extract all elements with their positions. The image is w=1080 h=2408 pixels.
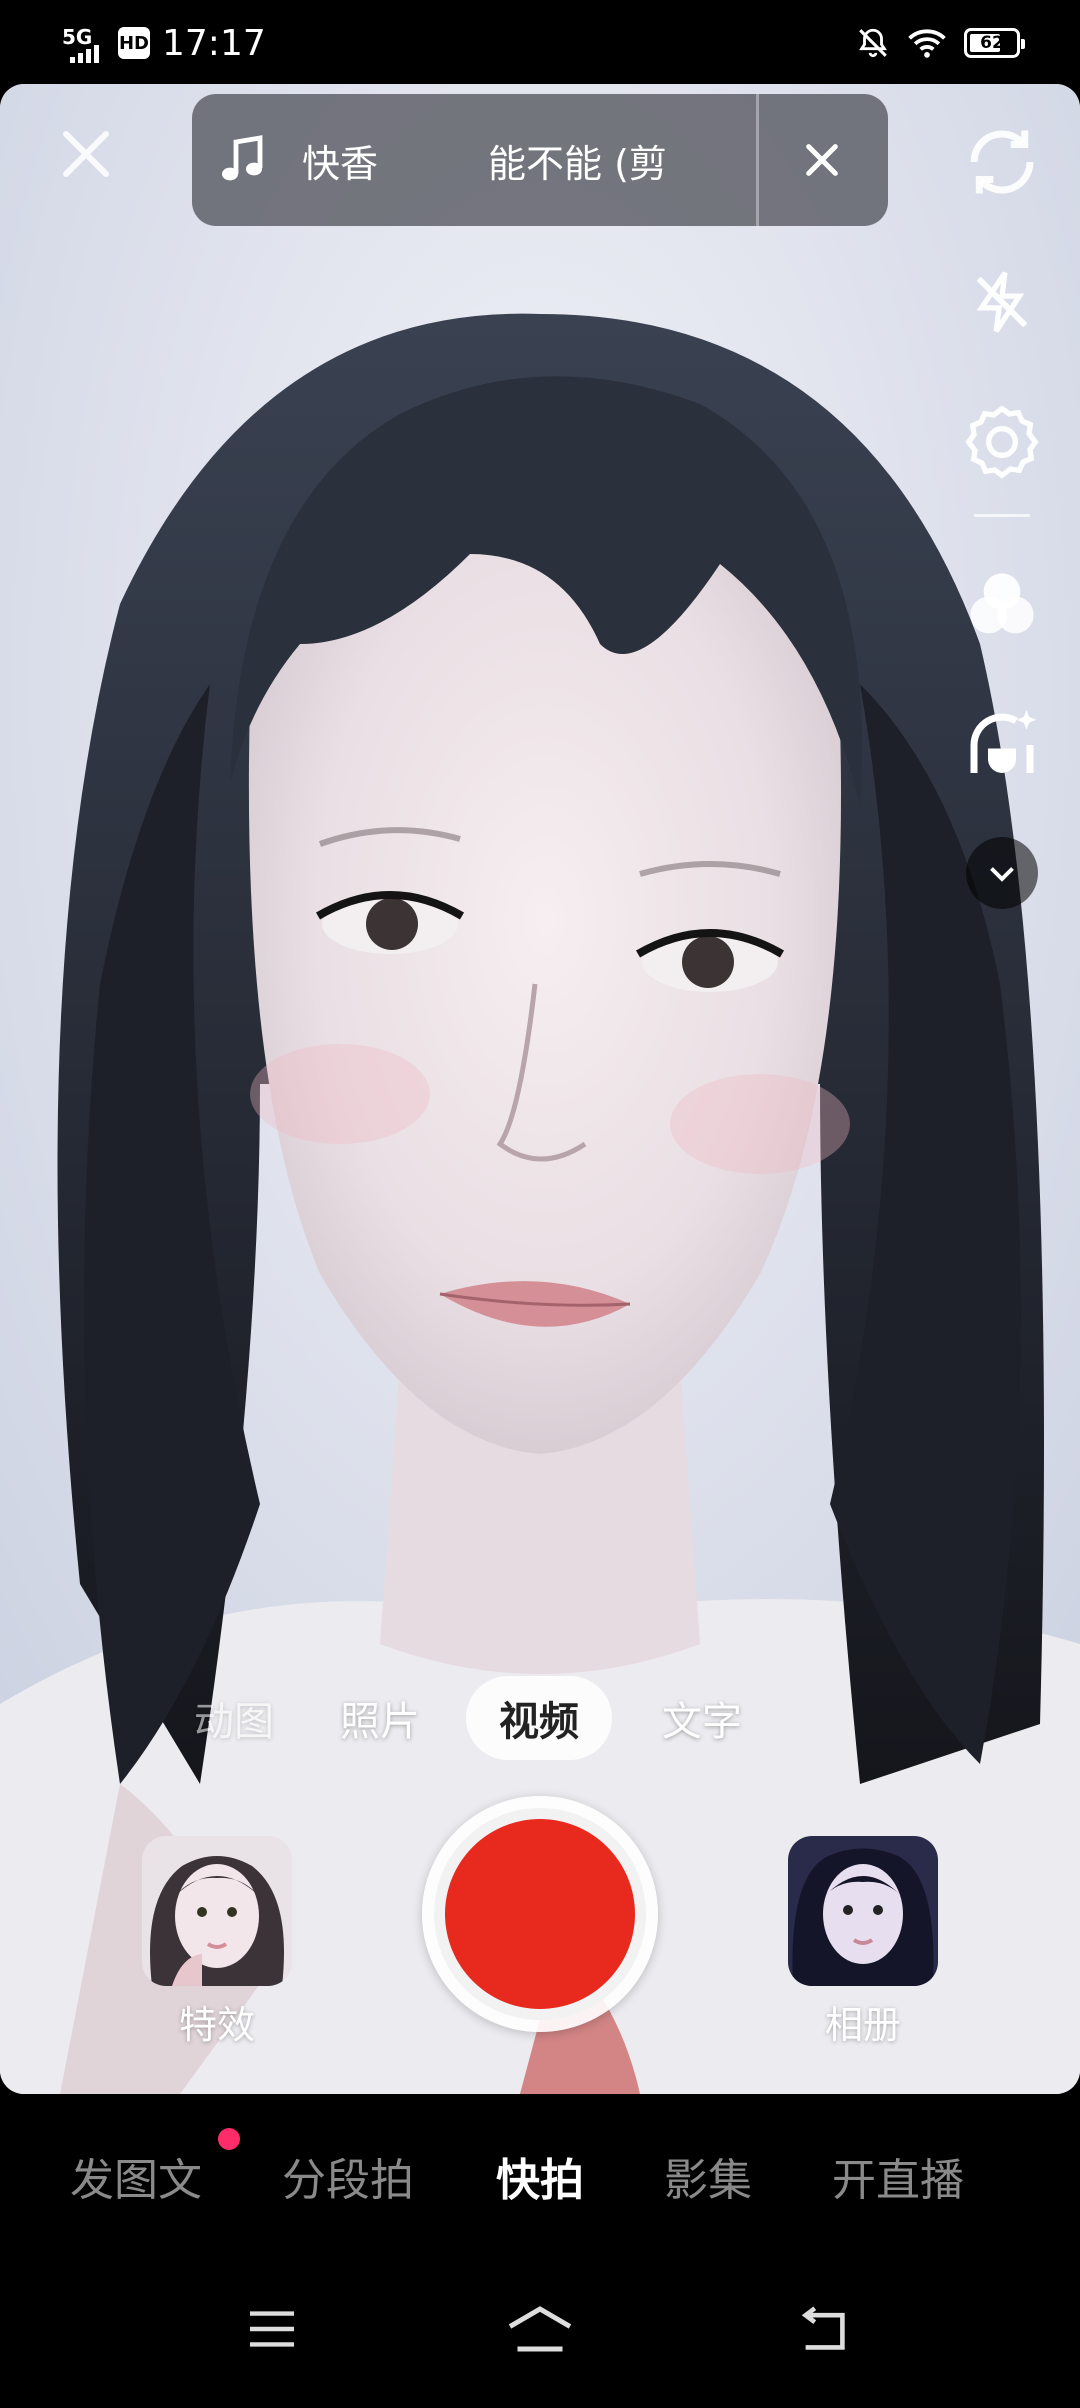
hd-badge: HD [118, 27, 150, 59]
mute-bell-icon [859, 28, 887, 58]
flip-camera-icon [970, 130, 1034, 194]
album-thumbnail-image [788, 1836, 938, 1986]
tab-post-image-text[interactable]: 发图文 [70, 2144, 202, 2208]
menu-button[interactable] [232, 2294, 312, 2364]
settings-button[interactable] [954, 394, 1050, 490]
toolbar-divider [974, 514, 1030, 517]
close-icon [63, 131, 109, 177]
settings-icon [965, 405, 1039, 479]
notification-dot [218, 2128, 240, 2150]
record-dot [445, 1819, 635, 2009]
battery-level: 62 [980, 33, 1004, 53]
wifi-icon [908, 29, 946, 58]
filter-button[interactable] [954, 557, 1050, 653]
battery-icon: 62 [964, 28, 1025, 58]
system-nav-bar [0, 2254, 1080, 2408]
record-ring [434, 1808, 646, 2020]
album-button[interactable] [788, 1836, 938, 1986]
music-divider [756, 94, 759, 226]
capture-mode-selector: 动图 照片 视频 文字 [0, 1676, 1080, 1766]
close-icon [806, 144, 838, 176]
record-button[interactable] [422, 1796, 658, 2032]
home-button[interactable] [500, 2294, 580, 2364]
effects-thumbnail-image [142, 1836, 292, 1986]
bottom-tab-bar: 发图文 分段拍 快拍 影集 开直播 [0, 2094, 1080, 2254]
mode-gif[interactable]: 动图 [184, 1676, 284, 1760]
tab-go-live[interactable]: 开直播 [832, 2144, 964, 2208]
tab-segment-shoot[interactable]: 分段拍 [282, 2144, 414, 2208]
mode-photo[interactable]: 照片 [320, 1676, 440, 1760]
camera-preview[interactable]: 快香 能不能 (剪 动图 照片 视频 文字 特效 相册 [0, 84, 1080, 2094]
effects-button[interactable] [142, 1836, 292, 1986]
right-toolbar [954, 114, 1050, 909]
more-tools-button[interactable] [966, 837, 1038, 909]
flash-off-icon [976, 271, 1028, 333]
status-right: 62 [856, 22, 1025, 64]
status-left: 5G HD 17:17 [62, 18, 266, 68]
beauty-icon [970, 710, 1037, 773]
remove-music-button[interactable] [792, 130, 852, 190]
tab-album[interactable]: 影集 [664, 2144, 752, 2208]
music-selector[interactable]: 快香 能不能 (剪 [192, 94, 888, 226]
flash-button[interactable] [954, 254, 1050, 350]
music-title-part1: 快香 [302, 141, 379, 186]
mode-text[interactable]: 文字 [642, 1676, 762, 1760]
album-label: 相册 [824, 2003, 901, 2047]
status-time: 17:17 [162, 22, 266, 64]
signal-5g-icon: 5G [62, 23, 110, 63]
tab-quick-shoot[interactable]: 快拍 [496, 2144, 584, 2208]
home-icon [508, 2306, 572, 2352]
status-bar: 5G HD 17:17 62 [0, 0, 1080, 84]
filter-icon [970, 573, 1034, 634]
camera-scene-image [0, 84, 1080, 2094]
beauty-button[interactable] [954, 697, 1050, 793]
back-icon [801, 2306, 845, 2350]
effects-label: 特效 [178, 2003, 255, 2047]
menu-icon [250, 2311, 294, 2347]
chevron-down-icon [990, 867, 1014, 882]
music-note-icon [192, 134, 292, 186]
music-title-part2: 能不能 (剪 [488, 141, 667, 186]
mode-video[interactable]: 视频 [466, 1676, 612, 1760]
flip-camera-button[interactable] [954, 114, 1050, 210]
close-camera-button[interactable] [56, 124, 116, 184]
music-title: 快香 能不能 (剪 [292, 133, 852, 188]
back-button[interactable] [784, 2294, 864, 2364]
